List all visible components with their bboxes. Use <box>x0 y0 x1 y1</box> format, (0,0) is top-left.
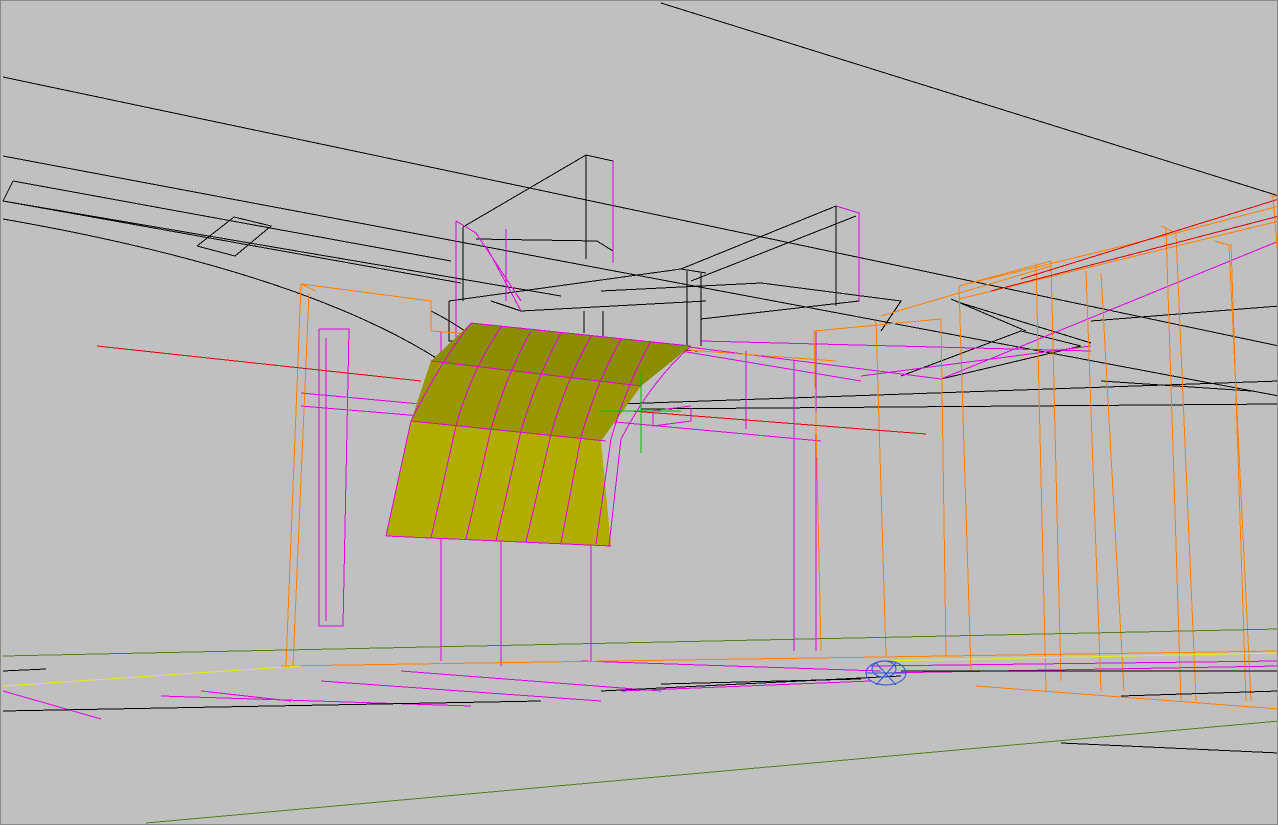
3d-viewport[interactable] <box>0 0 1278 825</box>
panel-front-surface <box>386 421 611 546</box>
floor-lines <box>2 628 1277 824</box>
curved-yellow-panel[interactable] <box>385 322 692 547</box>
floor-marker-object[interactable] <box>865 660 907 686</box>
wireframe-scene[interactable] <box>1 1 1278 825</box>
